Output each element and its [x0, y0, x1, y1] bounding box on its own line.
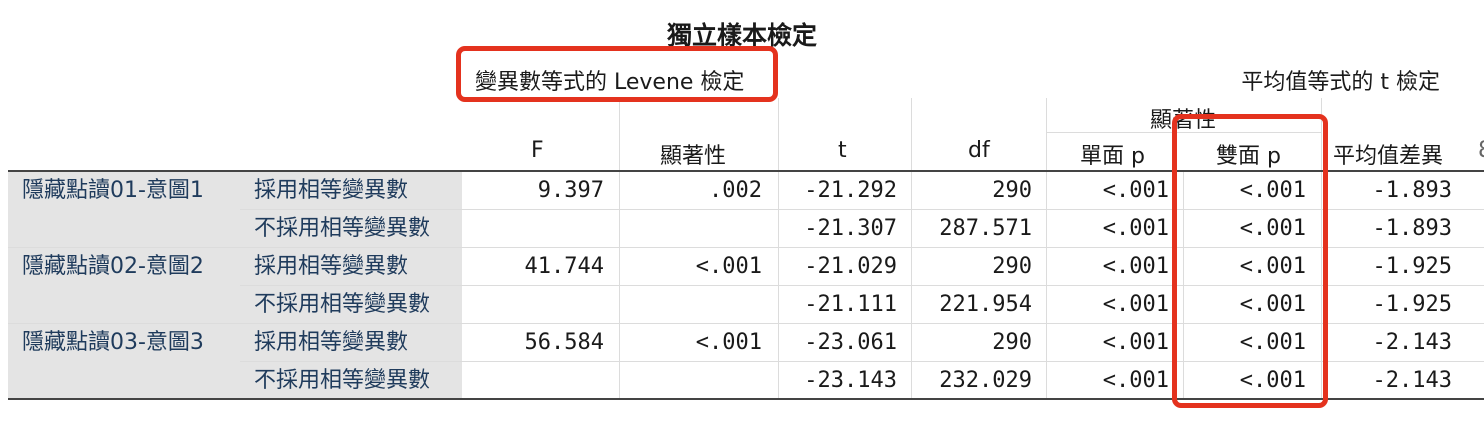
col-header-cut: 8: [1478, 138, 1484, 163]
cell-df: 290: [992, 254, 1032, 279]
group-label: 隱藏點讀02-意圖2: [22, 254, 204, 279]
cell-t: -23.061: [804, 330, 897, 355]
col-header-sig: 顯著性: [660, 144, 727, 169]
col-header-mean-diff: 平均值差異: [1333, 144, 1444, 169]
cell-t: -23.143: [804, 368, 897, 393]
header-divider: [911, 98, 912, 170]
cell-f: 56.584: [524, 330, 604, 355]
assumption-label: 不採用相等變異數: [254, 368, 431, 393]
cell-mean-diff: -1.893: [1372, 216, 1452, 241]
col-header-df: df: [968, 138, 990, 163]
cell-one-sided-p: <.001: [1102, 292, 1169, 317]
cell-one-sided-p: <.001: [1102, 254, 1169, 279]
col-header-f: F: [531, 138, 544, 163]
cell-mean-diff: -2.143: [1372, 368, 1452, 393]
two-sided-p-highlight-box: [1172, 114, 1328, 408]
cell-mean-diff: -2.143: [1372, 330, 1452, 355]
cell-f: 9.397: [537, 178, 604, 203]
cell-sig: [620, 210, 762, 248]
levene-highlight-box: [456, 46, 778, 102]
cell-f: [460, 362, 604, 400]
cell-df: 290: [992, 178, 1032, 203]
cell-df: 221.954: [939, 292, 1032, 317]
header-divider: [1046, 98, 1047, 170]
cell-one-sided-p: <.001: [1102, 178, 1169, 203]
cell-mean-diff: -1.925: [1372, 292, 1452, 317]
cell-mean-diff: -1.925: [1372, 254, 1452, 279]
cell-f: [460, 210, 604, 248]
assumption-label: 採用相等變異數: [254, 178, 409, 203]
cell-t: -21.307: [804, 216, 897, 241]
col-header-t: t: [838, 138, 847, 163]
assumption-label: 採用相等變異數: [254, 254, 409, 279]
cell-sig: .002: [709, 178, 762, 203]
cell-t: -21.292: [804, 178, 897, 203]
assumption-label: 不採用相等變異數: [254, 216, 431, 241]
group-label: 隱藏點讀03-意圖3: [22, 330, 204, 355]
cell-sig: <.001: [695, 254, 762, 279]
cell-sig: [620, 286, 762, 324]
ttest-header: 平均值等式的 t 檢定: [1241, 70, 1440, 95]
cell-df: 290: [992, 330, 1032, 355]
header-divider: [619, 98, 620, 170]
cell-t: -21.111: [804, 292, 897, 317]
cell-one-sided-p: <.001: [1102, 330, 1169, 355]
cell-df: 287.571: [939, 216, 1032, 241]
cell-f: 41.744: [524, 254, 604, 279]
col-header-one-sided-p: 單面 p: [1080, 144, 1145, 169]
group-label: 隱藏點讀01-意圖1: [22, 178, 204, 203]
cell-mean-diff: -1.893: [1372, 178, 1452, 203]
assumption-label: 不採用相等變異數: [254, 292, 431, 317]
cell-df: 232.029: [939, 368, 1032, 393]
cell-sig: <.001: [695, 330, 762, 355]
cell-t: -21.029: [804, 254, 897, 279]
cell-one-sided-p: <.001: [1102, 216, 1169, 241]
header-divider: [778, 98, 779, 170]
assumption-label: 採用相等變異數: [254, 330, 409, 355]
cell-one-sided-p: <.001: [1102, 368, 1169, 393]
cell-sig: [620, 362, 762, 400]
cell-f: [460, 286, 604, 324]
